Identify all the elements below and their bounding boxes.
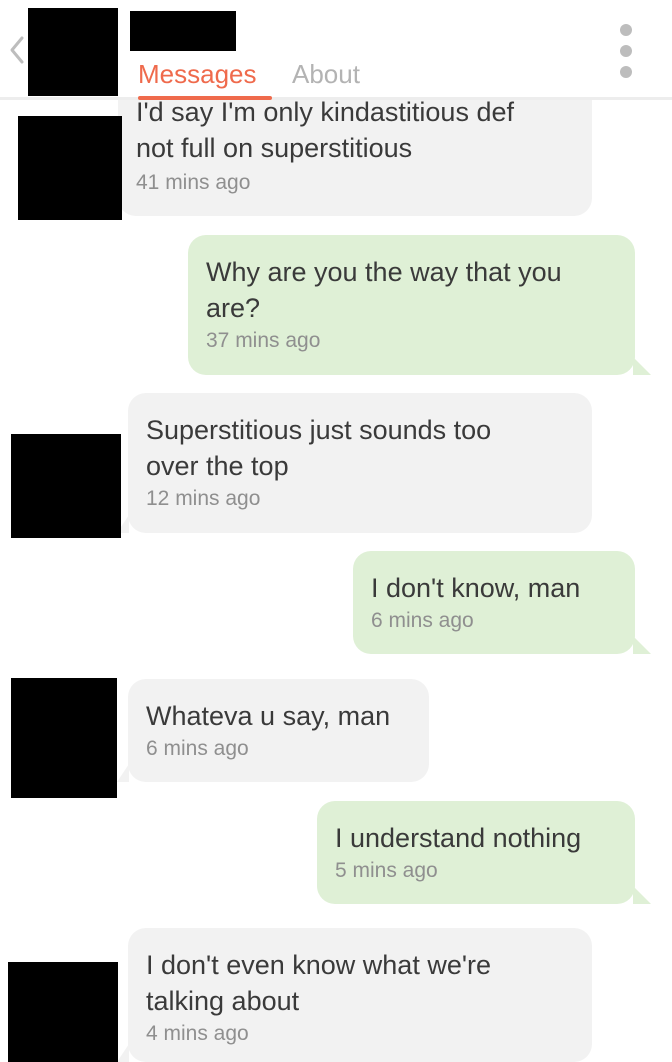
message-text: Superstitious just sounds too over the t…: [146, 415, 492, 481]
message-timestamp: 4 mins ago: [146, 1022, 249, 1045]
message-bubble-outgoing: Why are you the way that you are? 37 min…: [188, 235, 651, 375]
message-bubble-incoming: Whateva u say, man 6 mins ago: [117, 679, 429, 782]
tab-about[interactable]: About: [292, 58, 360, 90]
message-timestamp: 37 mins ago: [206, 329, 321, 352]
sender-avatar: [8, 962, 118, 1062]
message-bubble-outgoing: I don't know, man 6 mins ago: [353, 551, 651, 654]
message-bubble-incoming: I'd say I'm only kindastitious def not f…: [107, 80, 592, 216]
more-options-button[interactable]: [616, 24, 636, 78]
header-divider: [0, 97, 672, 100]
back-button[interactable]: [6, 30, 28, 70]
sender-avatar: [11, 678, 117, 798]
chat-header: Messages About: [0, 0, 672, 100]
contact-avatar[interactable]: [28, 8, 118, 96]
message-timestamp: 12 mins ago: [146, 487, 261, 510]
message-text: I don't even know what we're talking abo…: [146, 950, 492, 1016]
chevron-left-icon: [10, 36, 24, 64]
message-text: I don't know, man: [371, 573, 581, 603]
message-bubble-incoming: Superstitious just sounds too over the t…: [117, 393, 592, 533]
active-tab-indicator: [138, 96, 272, 100]
message-timestamp: 41 mins ago: [136, 171, 251, 194]
sender-avatar: [11, 434, 121, 538]
message-text: I'd say I'm only kindastitious def not f…: [136, 97, 514, 163]
message-bubble-outgoing: I understand nothing 5 mins ago: [317, 801, 651, 904]
message-timestamp: 5 mins ago: [335, 859, 438, 882]
message-bubble-incoming: I don't even know what we're talking abo…: [117, 928, 592, 1062]
message-text: I understand nothing: [335, 823, 582, 853]
tab-messages[interactable]: Messages: [138, 58, 257, 90]
message-timestamp: 6 mins ago: [371, 609, 474, 632]
message-timestamp: 6 mins ago: [146, 737, 249, 760]
message-text: Whateva u say, man: [146, 701, 391, 731]
sender-avatar: [18, 116, 122, 220]
message-text: Why are you the way that you are?: [206, 257, 562, 323]
contact-name-redacted: [130, 11, 236, 51]
